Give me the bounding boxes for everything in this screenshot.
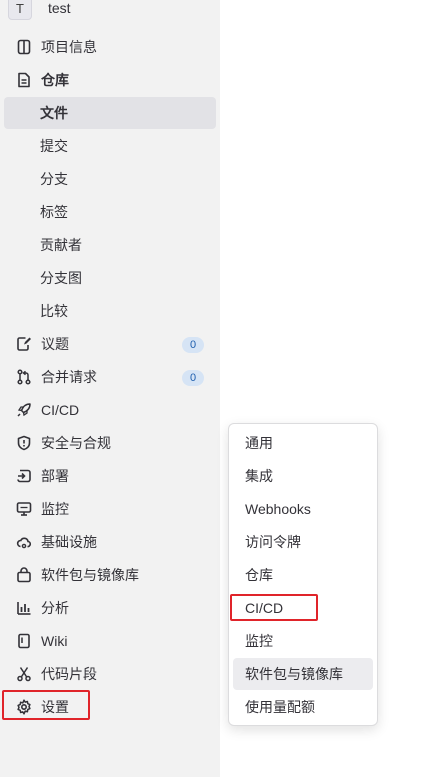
sidebar-subitem-label: 贡献者 <box>40 237 82 253</box>
sidebar-item-label: 分析 <box>41 600 69 616</box>
sidebar-item-issues[interactable]: 议题 0 <box>4 328 216 360</box>
sidebar-item-label: 项目信息 <box>41 39 97 55</box>
project-info-icon <box>16 39 32 55</box>
flyout-item-general[interactable]: 通用 <box>233 427 373 459</box>
project-avatar: T <box>8 0 32 20</box>
sidebar-item-label: 软件包与镜像库 <box>41 567 139 583</box>
sidebar-subitem-label: 比较 <box>40 303 68 319</box>
sidebar-item-merge-requests[interactable]: 合并请求 0 <box>4 361 216 393</box>
settings-flyout-menu: 通用 集成 Webhooks 访问令牌 仓库 CI/CD 监控 软件包与镜像库 … <box>228 423 378 726</box>
flyout-item-integrations[interactable]: 集成 <box>233 460 373 492</box>
sidebar-item-label: 合并请求 <box>41 369 97 385</box>
sidebar-item-project-info[interactable]: 项目信息 <box>4 31 216 63</box>
gear-icon <box>16 699 32 715</box>
sidebar-item-label: Wiki <box>41 633 68 649</box>
sidebar-item-label: 安全与合规 <box>41 435 111 451</box>
sidebar-item-snippets[interactable]: 代码片段 <box>4 658 216 690</box>
issues-icon <box>16 336 32 352</box>
sidebar-item-analytics[interactable]: 分析 <box>4 592 216 624</box>
flyout-item-label: Webhooks <box>245 501 311 517</box>
scissors-icon <box>16 666 32 682</box>
flyout-item-access-tokens[interactable]: 访问令牌 <box>233 526 373 558</box>
sidebar-item-label: 仓库 <box>41 72 69 88</box>
sidebar-item-label: 监控 <box>41 501 69 517</box>
sidebar-subitem-graph[interactable]: 分支图 <box>4 262 216 294</box>
flyout-item-packages[interactable]: 软件包与镜像库 <box>233 658 373 690</box>
merge-requests-count-badge: 0 <box>182 370 204 386</box>
sidebar-item-label: 代码片段 <box>41 666 97 682</box>
sidebar-item-packages[interactable]: 软件包与镜像库 <box>4 559 216 591</box>
sidebar-subitem-branches[interactable]: 分支 <box>4 163 216 195</box>
issues-count-badge: 0 <box>182 337 204 353</box>
sidebar-subitem-commits[interactable]: 提交 <box>4 130 216 162</box>
rocket-icon <box>16 402 32 418</box>
sidebar-subitem-label: 分支图 <box>40 270 82 286</box>
flyout-item-label: 仓库 <box>245 567 273 583</box>
flyout-item-label: 访问令牌 <box>245 534 301 550</box>
monitor-icon <box>16 501 32 517</box>
sidebar-item-label: 部署 <box>41 468 69 484</box>
sidebar-item-label: CI/CD <box>41 402 80 418</box>
flyout-item-usage-quotas[interactable]: 使用量配额 <box>233 691 373 723</box>
sidebar-subitem-label: 标签 <box>40 204 68 220</box>
chart-icon <box>16 600 32 616</box>
sidebar-subitem-label: 提交 <box>40 138 68 154</box>
sidebar-subitem-compare[interactable]: 比较 <box>4 295 216 327</box>
sidebar-item-cicd[interactable]: CI/CD <box>4 394 216 426</box>
sidebar: T test 项目信息 仓库 文件 提交 分支 标签 贡献者 分支图 比较 议题… <box>0 0 220 777</box>
flyout-item-label: CI/CD <box>245 600 284 616</box>
sidebar-subitem-tags[interactable]: 标签 <box>4 196 216 228</box>
flyout-item-webhooks[interactable]: Webhooks <box>233 493 373 525</box>
flyout-item-label: 集成 <box>245 468 273 484</box>
sidebar-item-monitor[interactable]: 监控 <box>4 493 216 525</box>
sidebar-item-label: 议题 <box>41 336 69 352</box>
sidebar-item-deployments[interactable]: 部署 <box>4 460 216 492</box>
flyout-item-label: 使用量配额 <box>245 699 315 715</box>
sidebar-item-wiki[interactable]: Wiki <box>4 625 216 657</box>
sidebar-item-repository[interactable]: 仓库 <box>4 64 216 96</box>
flyout-item-repository[interactable]: 仓库 <box>233 559 373 591</box>
deployments-icon <box>16 468 32 484</box>
sidebar-item-label: 设置 <box>41 699 69 715</box>
flyout-item-cicd[interactable]: CI/CD <box>233 592 373 624</box>
package-icon <box>16 567 32 583</box>
merge-request-icon <box>16 369 32 385</box>
flyout-item-monitor[interactable]: 监控 <box>233 625 373 657</box>
book-icon <box>16 633 32 649</box>
cloud-gear-icon <box>16 534 32 550</box>
sidebar-item-settings[interactable]: 设置 <box>4 691 216 723</box>
flyout-item-label: 监控 <box>245 633 273 649</box>
project-name: test <box>48 0 71 16</box>
project-header[interactable]: T test <box>8 0 71 20</box>
flyout-item-label: 通用 <box>245 435 273 451</box>
sidebar-subitem-label: 文件 <box>40 105 68 121</box>
sidebar-item-infrastructure[interactable]: 基础设施 <box>4 526 216 558</box>
sidebar-item-label: 基础设施 <box>41 534 97 550</box>
sidebar-item-security[interactable]: 安全与合规 <box>4 427 216 459</box>
sidebar-subitem-files[interactable]: 文件 <box>4 97 216 129</box>
sidebar-subitem-contributors[interactable]: 贡献者 <box>4 229 216 261</box>
flyout-item-label: 软件包与镜像库 <box>245 666 343 682</box>
sidebar-subitem-label: 分支 <box>40 171 68 187</box>
shield-icon <box>16 435 32 451</box>
document-icon <box>16 72 32 88</box>
